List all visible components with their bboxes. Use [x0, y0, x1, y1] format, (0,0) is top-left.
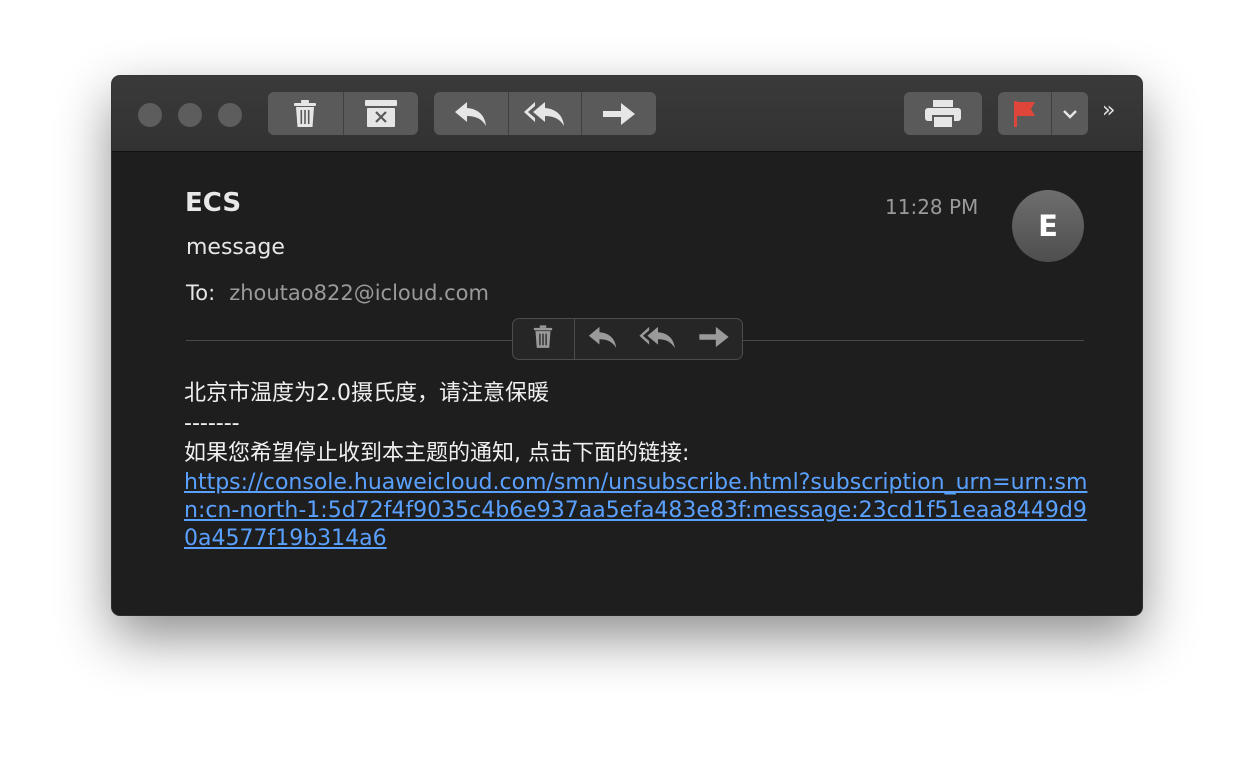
message-sender: ECS: [185, 188, 242, 218]
recipient-row: To: zhoutao822@icloud.com: [186, 281, 489, 305]
forward-button[interactable]: [582, 92, 656, 135]
zoom-window-button[interactable]: [218, 103, 242, 127]
flag-icon: [1013, 100, 1036, 127]
inline-reply-button[interactable]: [575, 319, 631, 359]
reply-group: [434, 92, 656, 135]
forward-icon: [699, 326, 729, 352]
inline-action-bar: [512, 318, 743, 360]
junk-button[interactable]: [344, 92, 419, 135]
body-line-unsubscribe-note: 如果您希望停止收到本主题的通知, 点击下面的链接:: [184, 441, 690, 466]
avatar-initial: E: [1038, 209, 1058, 243]
to-label: To:: [186, 281, 216, 305]
reply-button[interactable]: [434, 92, 510, 135]
minimize-window-button[interactable]: [178, 103, 202, 127]
inline-delete-button[interactable]: [513, 319, 575, 359]
trash-icon: [293, 99, 317, 128]
delete-button[interactable]: [268, 92, 344, 135]
toolbar: »: [112, 76, 1142, 152]
print-group: [904, 92, 982, 135]
mail-window: » ECS 11:28 PM E message To: zhoutao822@i…: [112, 76, 1142, 615]
flag-menu-button[interactable]: [1052, 92, 1088, 135]
recipient-address[interactable]: zhoutao822@icloud.com: [229, 281, 489, 305]
message-body: 北京市温度为2.0摄氏度，请注意保暖 ------- 如果您希望停止收到本主题的…: [184, 379, 1094, 553]
print-icon: [925, 99, 961, 128]
junk-box-icon: [364, 99, 397, 128]
body-separator: -------: [184, 411, 240, 436]
message-subject: message: [186, 235, 285, 260]
trash-icon: [533, 325, 553, 353]
double-chevron-right-icon: »: [1102, 98, 1116, 123]
inline-reply-all-button[interactable]: [630, 319, 686, 359]
message-time: 11:28 PM: [885, 195, 979, 219]
flag-button[interactable]: [998, 92, 1053, 135]
forward-icon: [602, 102, 635, 126]
reply-icon: [454, 101, 488, 127]
chevron-down-icon: [1063, 109, 1078, 119]
reply-all-icon: [639, 326, 677, 353]
reply-icon: [588, 326, 618, 353]
avatar: E: [1012, 190, 1084, 262]
close-window-button[interactable]: [138, 103, 162, 127]
reply-all-icon: [524, 101, 566, 127]
flag-group: [998, 92, 1088, 135]
reply-all-button[interactable]: [509, 92, 582, 135]
body-line-temperature: 北京市温度为2.0摄氏度，请注意保暖: [184, 381, 549, 406]
inline-forward-button[interactable]: [686, 319, 742, 359]
delete-junk-group: [268, 92, 418, 135]
toolbar-overflow-button[interactable]: »: [1102, 98, 1116, 123]
print-button[interactable]: [904, 92, 982, 135]
unsubscribe-link[interactable]: https://console.huaweicloud.com/smn/unsu…: [184, 469, 1094, 553]
